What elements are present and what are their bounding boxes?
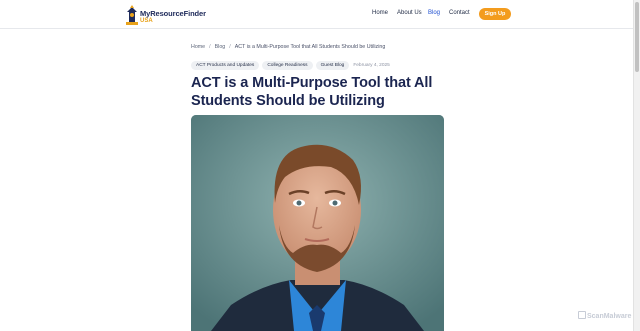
site-header: MyResourceFinder USA Home About Us Blog … bbox=[0, 0, 634, 29]
breadcrumb-home[interactable]: Home bbox=[191, 44, 205, 50]
breadcrumb-blog[interactable]: Blog bbox=[215, 44, 226, 50]
author-portrait bbox=[191, 115, 444, 331]
site-logo[interactable]: MyResourceFinder USA bbox=[124, 4, 206, 26]
tag-act-products[interactable]: ACT Products and Updates bbox=[191, 61, 260, 70]
article-hero-image bbox=[191, 115, 444, 331]
nav-blog[interactable]: Blog bbox=[428, 10, 440, 16]
nav-home[interactable]: Home bbox=[372, 10, 388, 16]
scrollbar-thumb[interactable] bbox=[635, 2, 639, 72]
sign-up-button[interactable]: Sign Up bbox=[479, 8, 511, 20]
nav-contact[interactable]: Contact bbox=[449, 10, 470, 16]
breadcrumb-separator: / bbox=[229, 44, 231, 50]
tag-college-readiness[interactable]: College Readiness bbox=[262, 61, 313, 70]
article-tags: ACT Products and Updates College Readines… bbox=[191, 61, 390, 70]
breadcrumb: Home / Blog / ACT is a Multi-Purpose Tool th… bbox=[191, 44, 385, 50]
tag-guest-blog[interactable]: Guest Blog bbox=[315, 61, 350, 70]
breadcrumb-separator: / bbox=[209, 44, 211, 50]
page-scrollbar[interactable] bbox=[633, 0, 640, 331]
watermark-text: ScanMalware bbox=[587, 313, 632, 320]
nav-about-us[interactable]: About Us bbox=[397, 10, 422, 16]
article-title: ACT is a Multi-Purpose Tool that All Stu… bbox=[191, 75, 433, 109]
watermark-icon bbox=[578, 311, 586, 319]
article-date: February 4, 2025 bbox=[353, 63, 390, 68]
logo-subtext: USA bbox=[140, 18, 153, 24]
logo-mark-icon bbox=[126, 5, 138, 25]
scanmalware-watermark: ScanMalware bbox=[578, 311, 631, 320]
breadcrumb-current: ACT is a Multi-Purpose Tool that All Stu… bbox=[234, 44, 386, 50]
logo-text: MyResourceFinder bbox=[140, 9, 206, 18]
